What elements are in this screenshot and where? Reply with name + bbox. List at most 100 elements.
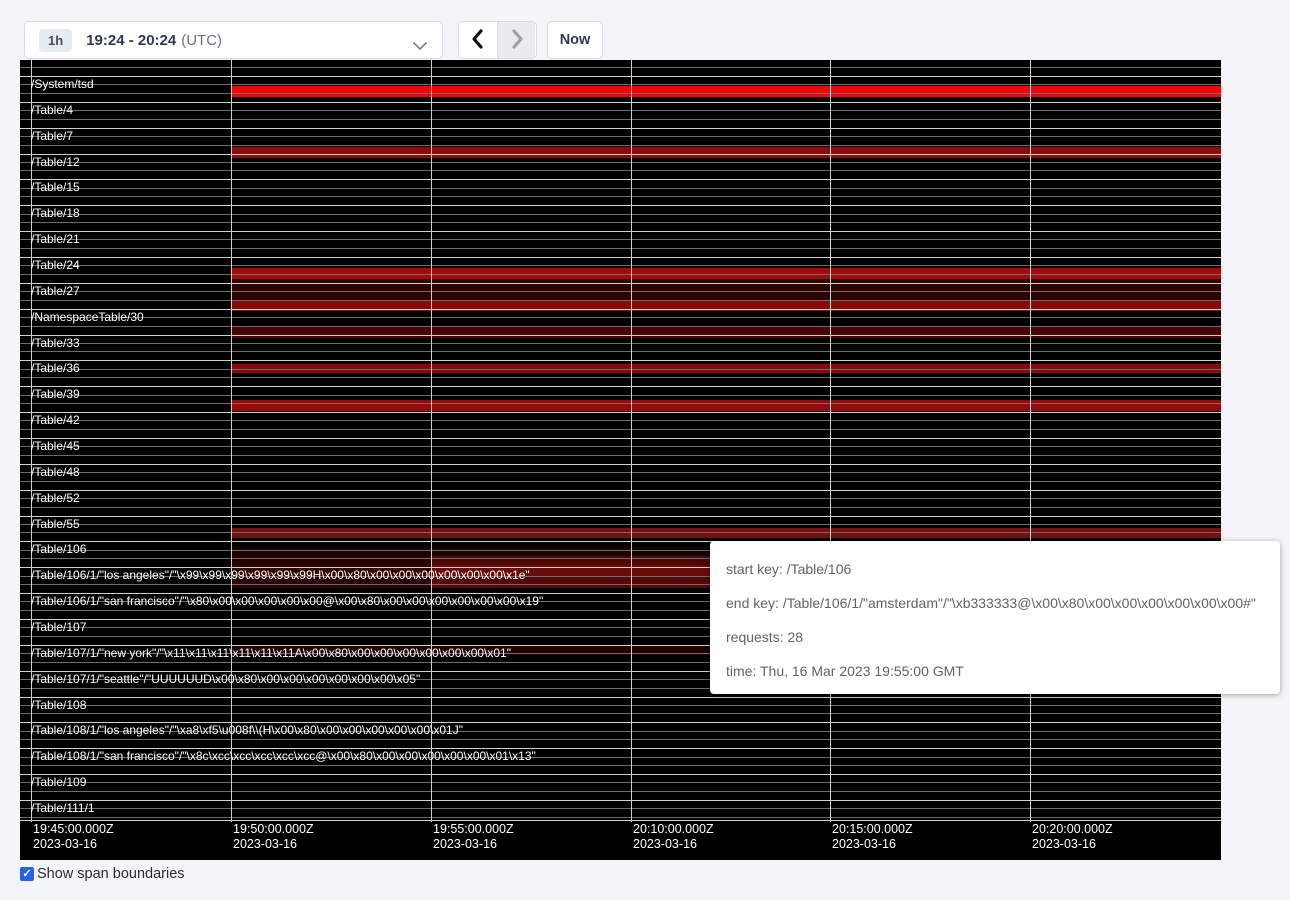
span-boundary-line [20, 713, 1221, 714]
span-boundary-line [20, 76, 1221, 77]
row-label: /Table/106/1/"los angeles"/"\x99\x99\x99… [31, 569, 530, 582]
time-toolbar: 1h 19:24 - 20:24 (UTC) Now [24, 21, 603, 59]
span-boundary-line [20, 697, 1221, 698]
span-boundary-line [20, 205, 1221, 206]
time-gridline [431, 60, 432, 822]
row-label: /System/tsd [31, 78, 94, 91]
tooltip-line: time: Thu, 16 Mar 2023 19:55:00 GMT [726, 654, 1264, 688]
span-boundary-line [20, 222, 1221, 223]
span-boundary-line [20, 265, 1221, 266]
row-label: /Table/106 [31, 543, 86, 556]
row-label: /Table/42 [31, 414, 80, 427]
axis-label: 20:10:00.000Z2023-03-16 [633, 822, 714, 852]
span-boundary-line [20, 395, 1221, 396]
span-boundary-line [20, 93, 1221, 94]
show-span-boundaries-checkbox[interactable]: ✓ [20, 867, 34, 881]
span-boundary-line [20, 403, 1221, 404]
next-range-button[interactable] [497, 22, 535, 58]
time-gridline [830, 60, 831, 822]
span-boundary-line [20, 386, 1221, 387]
span-boundary-line [20, 335, 1221, 336]
time-gridline [1030, 60, 1031, 822]
span-boundary-line [20, 782, 1221, 783]
time-range-picker[interactable]: 1h 19:24 - 20:24 (UTC) [24, 21, 443, 59]
span-boundary-line [20, 179, 1221, 180]
now-button[interactable]: Now [547, 21, 603, 59]
span-boundary-line [20, 309, 1221, 310]
row-label: /Table/45 [31, 440, 80, 453]
row-label: /Table/24 [31, 259, 80, 272]
span-boundary-line [20, 128, 1221, 129]
span-boundary-line [20, 507, 1221, 508]
row-label: /Table/18 [31, 207, 80, 220]
row-label: /Table/12 [31, 156, 80, 169]
span-boundary-line [20, 214, 1221, 215]
row-label: /Table/107 [31, 621, 86, 634]
row-label: /Table/107/1/"new york"/"\x11\x11\x11\x1… [31, 647, 511, 660]
time-gridline [631, 60, 632, 822]
span-boundary-line [20, 498, 1221, 499]
span-boundary-line [20, 257, 1221, 258]
span-boundary-line [20, 188, 1221, 189]
row-label: /Table/107/1/"seattle"/"UUUUUUD\x00\x80\… [31, 673, 420, 686]
span-boundary-line [20, 420, 1221, 421]
row-label: /Table/15 [31, 181, 80, 194]
span-boundary-line [20, 765, 1221, 766]
heat-band [231, 326, 1221, 338]
span-boundary-line [20, 196, 1221, 197]
row-label: /Table/106/1/"san francisco"/"\x80\x00\x… [31, 595, 543, 608]
span-boundary-line [20, 283, 1221, 284]
axis-label: 19:55:00.000Z2023-03-16 [433, 822, 514, 852]
span-boundary-line [20, 154, 1221, 155]
span-boundary-line [20, 472, 1221, 473]
span-boundary-line [20, 170, 1221, 171]
span-boundary-line [20, 464, 1221, 465]
row-label: /Table/27 [31, 285, 80, 298]
row-label: /Table/52 [31, 492, 80, 505]
tooltip-line: requests: 28 [726, 620, 1264, 654]
range-timezone: (UTC) [181, 32, 222, 49]
span-boundary-line [20, 67, 1221, 68]
heat-band [231, 528, 1221, 538]
row-label: /Table/7 [31, 130, 73, 143]
span-boundary-line [20, 516, 1221, 517]
span-boundary-line [20, 248, 1221, 249]
row-label: /Table/55 [31, 518, 80, 531]
key-visualizer-canvas[interactable]: /System/tsd/Table/4/Table/7/Table/12/Tab… [20, 60, 1221, 860]
range-nav-group [458, 21, 537, 59]
row-label: /Table/48 [31, 466, 80, 479]
row-label: /Table/4 [31, 104, 73, 117]
hover-tooltip: start key: /Table/106end key: /Table/106… [710, 541, 1280, 694]
span-boundary-line [20, 343, 1221, 344]
span-boundary-line [20, 455, 1221, 456]
row-label: /Table/108 [31, 699, 86, 712]
span-boundary-line [20, 800, 1221, 801]
span-boundary-line [20, 145, 1221, 146]
span-boundary-line [20, 360, 1221, 361]
axis-label: 20:20:00.000Z2023-03-16 [1032, 822, 1113, 852]
axis-label: 19:45:00.000Z2023-03-16 [33, 822, 114, 852]
tooltip-line: start key: /Table/106 [726, 552, 1264, 586]
span-boundary-line [20, 791, 1221, 792]
span-boundary-line [20, 438, 1221, 439]
span-boundary-line [20, 705, 1221, 706]
span-boundary-line [20, 317, 1221, 318]
span-boundary-line [20, 84, 1221, 85]
span-boundary-line [20, 820, 1221, 821]
span-boundary-line [20, 446, 1221, 447]
row-label: /Table/109 [31, 776, 86, 789]
span-boundary-line [20, 102, 1221, 103]
span-boundary-line [20, 239, 1221, 240]
key-visualizer-page: 1h 19:24 - 20:24 (UTC) Now /System/tsd/T… [0, 0, 1290, 900]
footer: ✓ Show span boundaries [20, 866, 185, 882]
span-boundary-line [20, 119, 1221, 120]
heat-band [231, 400, 1221, 411]
span-boundary-line [20, 412, 1221, 413]
span-boundary-line [20, 429, 1221, 430]
chevron-down-icon [413, 38, 427, 56]
range-duration-badge: 1h [39, 29, 72, 52]
span-boundary-line [20, 110, 1221, 111]
row-label: /Table/39 [31, 388, 80, 401]
prev-range-button[interactable] [459, 22, 497, 58]
heat-band [231, 147, 1221, 158]
